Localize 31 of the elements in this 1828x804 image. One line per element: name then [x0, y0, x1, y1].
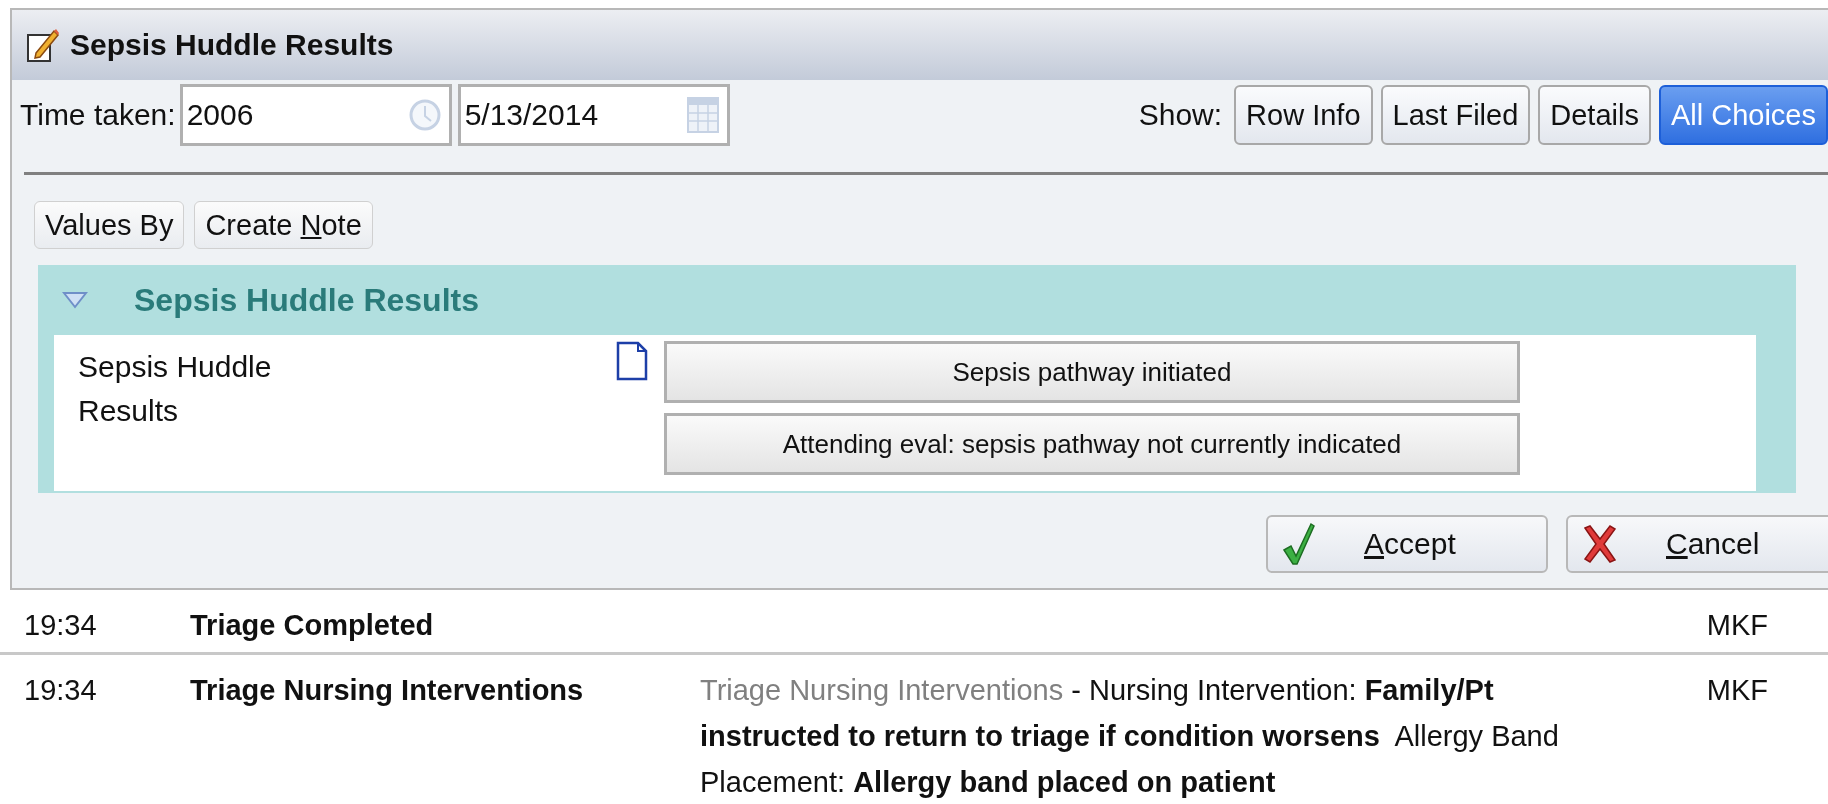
choice-button[interactable]: Sepsis pathway initiated	[664, 341, 1520, 403]
calendar-icon[interactable]	[686, 96, 719, 134]
row-label: Sepsis Huddle Results	[78, 349, 273, 429]
cancel-button[interactable]: Cancel	[1566, 515, 1828, 573]
document-icon[interactable]	[616, 341, 648, 381]
show-toggle-button[interactable]: Details	[1538, 85, 1651, 145]
check-icon	[1282, 522, 1316, 566]
show-label: Show:	[1138, 98, 1223, 132]
event-details: Triage Nursing Interventions - Nursing Intervention: Family/Pt instructed to return to triage if condition worsens Allergy Band Placement: Allergy band placed on patient	[700, 673, 1560, 800]
window-title: Sepsis Huddle Results	[70, 28, 394, 62]
show-toggle-button[interactable]: All Choices	[1658, 85, 1828, 145]
choice-button[interactable]: Attending eval: sepsis pathway not currently indicated	[664, 413, 1520, 475]
event-title: Triage Completed	[190, 608, 435, 643]
close-icon	[1582, 524, 1618, 564]
accept-button[interactable]: Accept	[1266, 515, 1548, 573]
time-field[interactable]: 2006	[179, 84, 452, 146]
event-user: MKF	[1706, 608, 1768, 643]
clock-icon[interactable]	[408, 98, 441, 132]
toolbar-button[interactable]: Create Note	[194, 201, 373, 249]
event-user: MKF	[1706, 673, 1768, 708]
event-time: 19:34	[24, 673, 98, 708]
collapse-triangle-icon[interactable]	[62, 291, 88, 309]
date-field[interactable]: 5/13/2014	[457, 84, 730, 146]
time-taken-label: Time taken:	[20, 98, 176, 132]
show-toggle-button[interactable]: Last Filed	[1380, 85, 1531, 145]
event-time: 19:34	[24, 608, 98, 643]
pencil-note-icon	[26, 27, 60, 63]
show-toggle-button[interactable]: Row Info	[1234, 85, 1373, 145]
toolbar-button[interactable]: Values By	[34, 201, 185, 249]
section-title: Sepsis Huddle Results	[134, 281, 479, 319]
event-title: Triage Nursing Interventions	[190, 673, 585, 708]
